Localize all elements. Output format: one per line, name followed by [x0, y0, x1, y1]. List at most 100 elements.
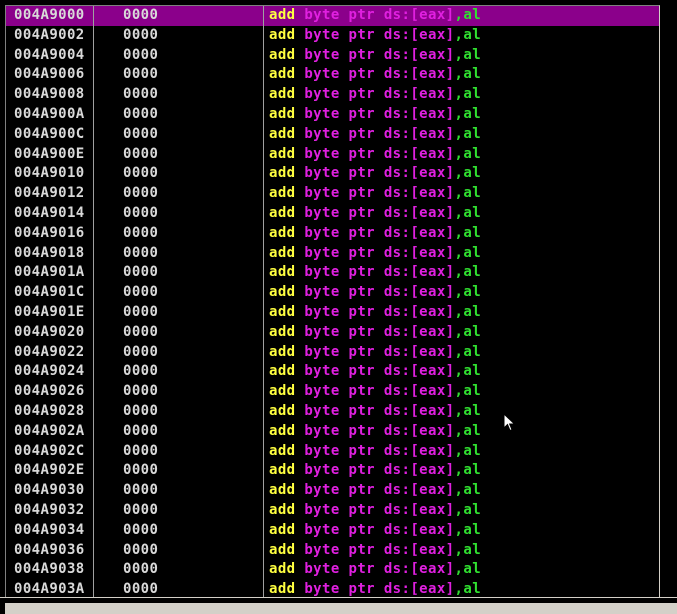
disassembly-cell: add byte ptr ds:[eax],al [269, 461, 481, 481]
table-row[interactable]: 004A9016 0000 add byte ptr ds:[eax],al [6, 224, 659, 244]
register-operand: al [463, 383, 482, 400]
size-specifier: byte ptr [304, 442, 375, 459]
register-operand: al [463, 224, 482, 241]
table-row[interactable]: 004A9008 0000 add byte ptr ds:[eax],al [6, 85, 659, 105]
info-pane[interactable] [5, 603, 677, 614]
register-operand: al [463, 462, 482, 479]
mnemonic: add [269, 46, 296, 63]
table-row[interactable]: 004A9028 0000 add byte ptr ds:[eax],al [6, 402, 659, 422]
bracket-close: ] [445, 442, 455, 459]
segment-prefix: ds: [383, 284, 411, 301]
table-row[interactable]: 004A9020 0000 add byte ptr ds:[eax],al [6, 323, 659, 343]
size-specifier: byte ptr [304, 581, 375, 597]
segment-prefix: ds: [383, 581, 411, 597]
address-cell: 004A9034 [14, 521, 85, 538]
size-specifier: byte ptr [304, 204, 375, 221]
hex-dump-cell: 0000 [123, 26, 159, 43]
table-row[interactable]: 004A901E 0000 add byte ptr ds:[eax],al [6, 303, 659, 323]
register-operand: al [463, 244, 482, 261]
segment-prefix: ds: [383, 383, 411, 400]
address-cell: 004A9010 [14, 165, 85, 182]
table-row[interactable]: 004A9012 0000 add byte ptr ds:[eax],al [6, 184, 659, 204]
register-operand: al [463, 303, 482, 320]
table-row[interactable]: 004A9026 0000 add byte ptr ds:[eax],al [6, 382, 659, 402]
register-operand: eax [419, 224, 446, 241]
register-operand: eax [419, 422, 446, 439]
table-row[interactable]: 004A900A 0000 add byte ptr ds:[eax],al [6, 105, 659, 125]
hex-dump-cell: 0000 [123, 244, 159, 261]
bracket-close: ] [445, 86, 455, 103]
address-cell: 004A901E [14, 303, 85, 320]
disassembly-cell: add byte ptr ds:[eax],al [269, 402, 481, 422]
table-row[interactable]: 004A9024 0000 add byte ptr ds:[eax],al [6, 362, 659, 382]
bracket-open: [ [410, 343, 420, 360]
size-specifier: byte ptr [304, 185, 375, 202]
hex-dump-cell: 0000 [123, 442, 159, 459]
table-row[interactable]: 004A902A 0000 add byte ptr ds:[eax],al [6, 422, 659, 442]
address-cell: 004A9022 [14, 343, 85, 360]
table-row[interactable]: 004A9022 0000 add byte ptr ds:[eax],al [6, 343, 659, 363]
register-operand: al [463, 66, 482, 83]
bracket-open: [ [410, 145, 420, 162]
table-row[interactable]: 004A9000 0000 add byte ptr ds:[eax],al [6, 6, 659, 26]
mnemonic: add [269, 105, 296, 122]
bracket-close: ] [445, 363, 455, 380]
bracket-open: [ [410, 541, 420, 558]
mnemonic: add [269, 383, 296, 400]
register-operand: al [463, 86, 482, 103]
size-specifier: byte ptr [304, 402, 375, 419]
hex-dump-cell: 0000 [123, 422, 159, 439]
mnemonic: add [269, 462, 296, 479]
hex-dump-cell: 0000 [123, 125, 159, 142]
table-row[interactable]: 004A9006 0000 add byte ptr ds:[eax],al [6, 65, 659, 85]
size-specifier: byte ptr [304, 561, 375, 578]
table-row[interactable]: 004A900E 0000 add byte ptr ds:[eax],al [6, 145, 659, 165]
disassembly-cell: add byte ptr ds:[eax],al [269, 580, 481, 597]
column-separator-address[interactable] [93, 6, 94, 597]
segment-prefix: ds: [383, 363, 411, 380]
bracket-close: ] [445, 501, 455, 518]
table-row[interactable]: 004A9032 0000 add byte ptr ds:[eax],al [6, 501, 659, 521]
mouse-pointer-icon [503, 413, 516, 432]
address-cell: 004A9000 [14, 7, 85, 23]
table-row[interactable]: 004A902C 0000 add byte ptr ds:[eax],al [6, 442, 659, 462]
table-row[interactable]: 004A901A 0000 add byte ptr ds:[eax],al [6, 263, 659, 283]
disassembly-cell: add byte ptr ds:[eax],al [269, 560, 481, 580]
register-operand: al [463, 185, 482, 202]
segment-prefix: ds: [383, 501, 411, 518]
table-row[interactable]: 004A9038 0000 add byte ptr ds:[eax],al [6, 560, 659, 580]
table-row[interactable]: 004A9034 0000 add byte ptr ds:[eax],al [6, 521, 659, 541]
size-specifier: byte ptr [304, 363, 375, 380]
hex-dump-cell: 0000 [123, 165, 159, 182]
table-row[interactable]: 004A9018 0000 add byte ptr ds:[eax],al [6, 244, 659, 264]
table-row[interactable]: 004A9004 0000 add byte ptr ds:[eax],al [6, 46, 659, 66]
table-row[interactable]: 004A900C 0000 add byte ptr ds:[eax],al [6, 125, 659, 145]
table-row[interactable]: 004A903A 0000 add byte ptr ds:[eax],al [6, 580, 659, 597]
disassembly-cell: add byte ptr ds:[eax],al [269, 283, 481, 303]
table-row[interactable]: 004A902E 0000 add byte ptr ds:[eax],al [6, 461, 659, 481]
address-cell: 004A9016 [14, 224, 85, 241]
hex-dump-cell: 0000 [123, 66, 159, 83]
table-row[interactable]: 004A9002 0000 add byte ptr ds:[eax],al [6, 26, 659, 46]
bracket-open: [ [410, 125, 420, 142]
register-operand: al [463, 323, 482, 340]
bracket-open: [ [410, 422, 420, 439]
disassembly-cell: add byte ptr ds:[eax],al [269, 244, 481, 264]
table-row[interactable]: 004A9010 0000 add byte ptr ds:[eax],al [6, 164, 659, 184]
table-row[interactable]: 004A901C 0000 add byte ptr ds:[eax],al [6, 283, 659, 303]
table-row[interactable]: 004A9036 0000 add byte ptr ds:[eax],al [6, 541, 659, 561]
address-cell: 004A9006 [14, 66, 85, 83]
size-specifier: byte ptr [304, 521, 375, 538]
segment-prefix: ds: [383, 442, 411, 459]
column-separator-hex[interactable] [263, 6, 264, 597]
disassembly-pane[interactable]: 004A9000 0000 add byte ptr ds:[eax],al 004A… [5, 5, 660, 597]
table-row[interactable]: 004A9014 0000 add byte ptr ds:[eax],al [6, 204, 659, 224]
mnemonic: add [269, 521, 296, 538]
segment-prefix: ds: [383, 125, 411, 142]
bracket-close: ] [445, 323, 455, 340]
size-specifier: byte ptr [304, 462, 375, 479]
hex-dump-cell: 0000 [123, 561, 159, 578]
table-row[interactable]: 004A9030 0000 add byte ptr ds:[eax],al [6, 481, 659, 501]
register-operand: eax [419, 165, 446, 182]
register-operand: al [463, 26, 482, 43]
